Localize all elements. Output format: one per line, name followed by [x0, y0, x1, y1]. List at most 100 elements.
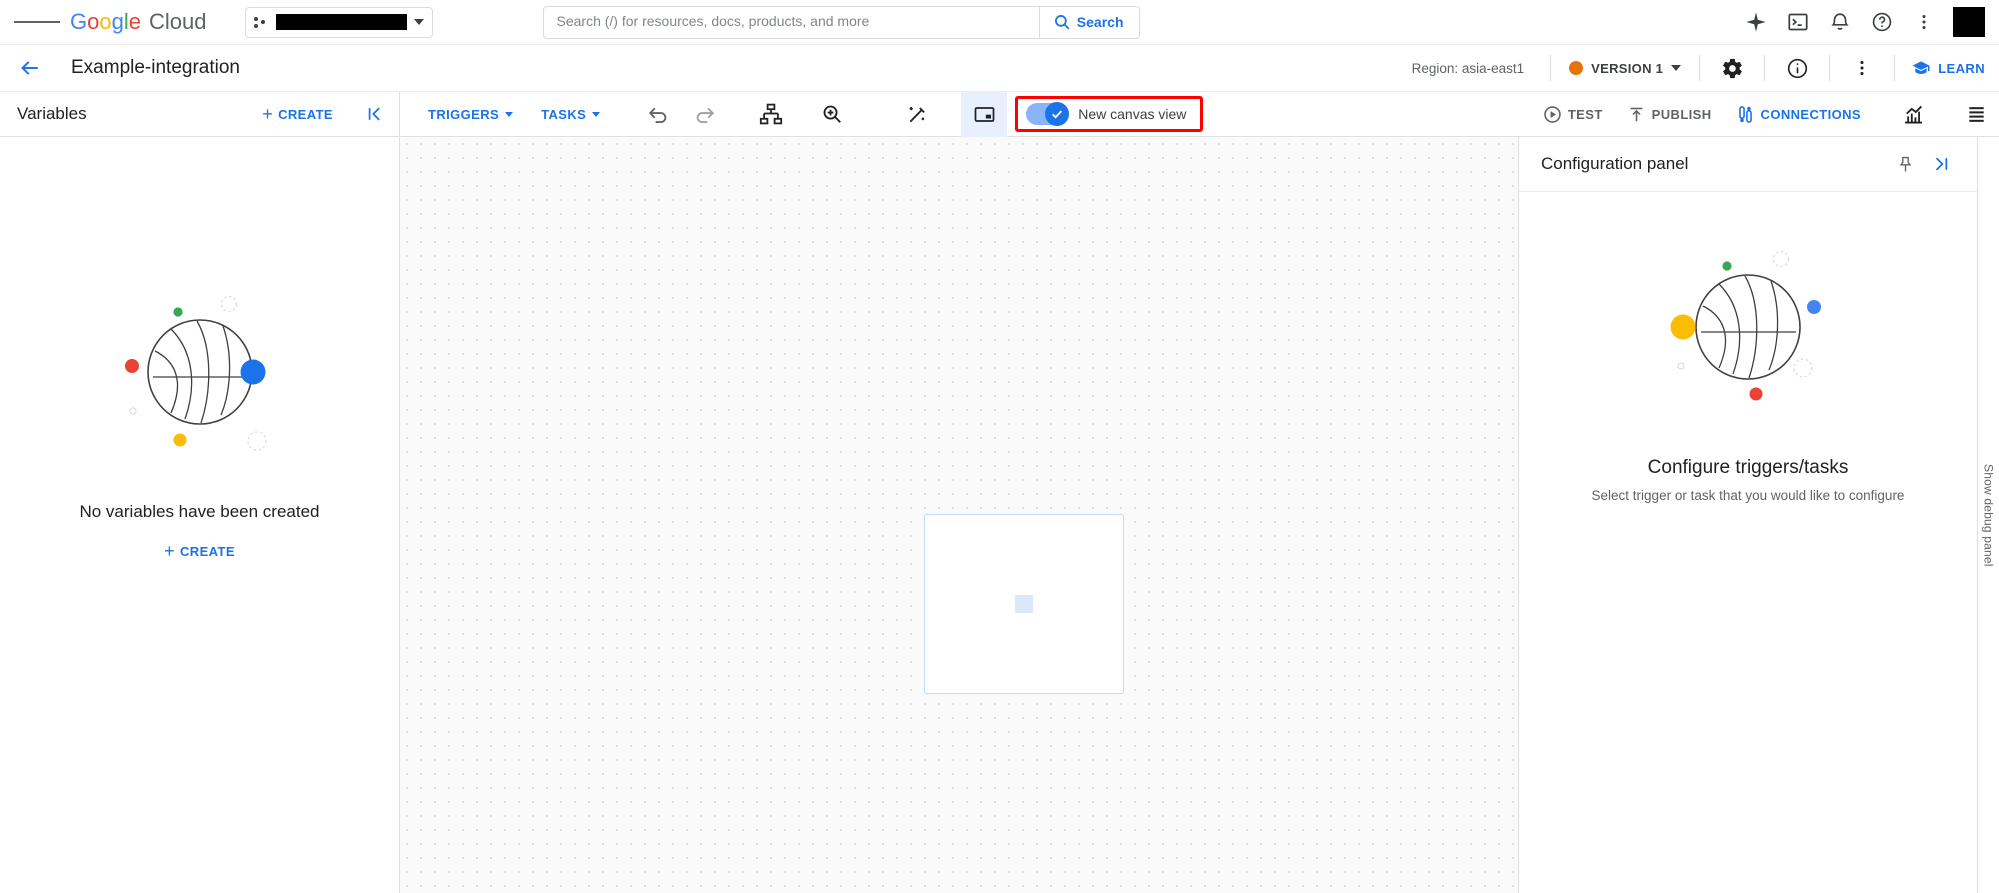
- editor-toolbar: Variables + CREATE TRIGGERS TASKS New ca…: [0, 91, 1999, 137]
- search-input[interactable]: [556, 13, 1026, 29]
- bell-glyph: [1831, 13, 1849, 30]
- zoom-in-icon[interactable]: [815, 92, 849, 137]
- chevron-down-icon: [505, 111, 514, 117]
- search-button[interactable]: Search: [1038, 6, 1139, 38]
- undo-glyph: [648, 107, 666, 123]
- task-card-placeholder: [1015, 595, 1033, 613]
- help-glyph: [1872, 12, 1892, 32]
- debug-panel-label: Show debug panel: [1981, 463, 1996, 567]
- more-vert-glyph: [1860, 60, 1864, 76]
- publish-button[interactable]: PUBLISH: [1615, 105, 1724, 124]
- chevron-down-icon: [413, 19, 424, 25]
- app-root: Google Cloud Search (/) for resources, d…: [0, 0, 1999, 893]
- notifications-bell-icon[interactable]: [1819, 1, 1861, 43]
- global-search[interactable]: Search: [542, 5, 1140, 39]
- new-canvas-view-toggle[interactable]: New canvas view: [1015, 96, 1204, 132]
- create-label: CREATE: [180, 543, 235, 559]
- org-chart-layout-icon[interactable]: [748, 92, 794, 137]
- learn-button[interactable]: LEARN: [1907, 58, 1985, 78]
- undo-icon[interactable]: [635, 92, 681, 137]
- info-circle-icon[interactable]: [1777, 48, 1817, 88]
- tasks-dropdown[interactable]: TASKS: [527, 107, 614, 122]
- magic-wand-icon[interactable]: [894, 92, 940, 137]
- search-input-wrapper[interactable]: [544, 13, 1039, 31]
- canvas-toolbar: TRIGGERS TASKS New canvas view TEST PUBL…: [400, 91, 1999, 137]
- configuration-empty-subtitle: Select trigger or task that you would li…: [1591, 488, 1905, 503]
- integration-canvas[interactable]: [400, 137, 1519, 893]
- settings-gear-icon[interactable]: [1712, 48, 1752, 88]
- test-button[interactable]: TEST: [1531, 105, 1615, 124]
- analytics-chart-icon[interactable]: [1890, 92, 1936, 137]
- version-label: VERSION 1: [1591, 60, 1664, 76]
- logo-letter: e: [128, 9, 142, 34]
- variables-toolbar: Variables + CREATE: [0, 92, 400, 136]
- zoom-dropdown-caret[interactable]: [849, 92, 873, 137]
- gemini-sparkle-icon[interactable]: [1735, 1, 1777, 43]
- top-navigation-bar: Google Cloud Search: [0, 0, 1999, 45]
- divider: [1699, 55, 1701, 81]
- variables-empty-create-button[interactable]: + CREATE: [164, 542, 235, 560]
- empty-state-graphic: [1670, 250, 1821, 401]
- search-icon: [1054, 15, 1070, 30]
- empty-state-graphic: [124, 295, 267, 451]
- hamburger-menu-icon[interactable]: [14, 0, 60, 45]
- logo-letter: o: [87, 9, 100, 34]
- triggers-label: TRIGGERS: [428, 106, 500, 122]
- toggle-track[interactable]: [1026, 102, 1070, 126]
- publish-upload-icon: [1630, 107, 1643, 121]
- project-selector[interactable]: [244, 6, 433, 38]
- configuration-panel-header: Configuration panel: [1519, 137, 1977, 192]
- sparkle-glyph: [1746, 12, 1766, 32]
- toggle-knob: [1045, 102, 1070, 126]
- plus-icon: +: [262, 104, 274, 124]
- version-status-dot: [1569, 61, 1584, 75]
- configuration-empty-illustration: [1651, 247, 1846, 417]
- minimap-toggle-icon[interactable]: [961, 91, 1008, 137]
- variables-create-button[interactable]: + CREATE: [262, 105, 333, 123]
- version-selector[interactable]: VERSION 1: [1563, 61, 1687, 76]
- new-canvas-view-label: New canvas view: [1078, 106, 1187, 122]
- info-glyph: [1787, 58, 1807, 78]
- logs-list-icon[interactable]: [1953, 92, 1999, 137]
- more-vert-glyph: [1922, 14, 1926, 30]
- publish-label: PUBLISH: [1651, 106, 1712, 122]
- help-question-icon[interactable]: [1861, 1, 1903, 43]
- variables-title: Variables: [17, 104, 87, 123]
- logo-cloud-text: Cloud: [149, 9, 207, 34]
- connections-icon: [1738, 105, 1752, 123]
- more-vert-icon[interactable]: [1842, 48, 1882, 88]
- learn-label: LEARN: [1938, 60, 1985, 76]
- chevron-down-icon: [1671, 65, 1682, 71]
- more-vert-icon[interactable]: [1903, 1, 1945, 43]
- zoom-in-glyph: [823, 105, 842, 123]
- configuration-panel: Configuration panel Configure triggers/t…: [1519, 137, 1977, 893]
- configuration-empty-title: Configure triggers/tasks: [1647, 457, 1849, 478]
- collapse-right-glyph: [1935, 157, 1948, 171]
- canvas-task-card[interactable]: [924, 514, 1124, 694]
- connections-button[interactable]: CONNECTIONS: [1724, 105, 1873, 124]
- user-avatar[interactable]: [1953, 7, 1985, 37]
- google-cloud-logo[interactable]: Google Cloud: [70, 9, 207, 35]
- debug-panel-rail[interactable]: Show debug panel: [1977, 137, 1999, 893]
- test-label: TEST: [1567, 106, 1603, 122]
- school-cap-icon: [1912, 61, 1930, 74]
- main-body: No variables have been created + CREATE …: [0, 137, 1999, 893]
- divider: [1550, 55, 1552, 81]
- divider: [1764, 55, 1766, 81]
- project-dots-icon: [253, 16, 269, 29]
- create-label: CREATE: [278, 106, 333, 122]
- gear-glyph: [1722, 58, 1742, 78]
- analytics-glyph: [1904, 105, 1922, 123]
- configuration-panel-body: Configure triggers/tasks Select trigger …: [1519, 192, 1977, 893]
- chevron-down-icon: [592, 111, 601, 117]
- pin-icon[interactable]: [1887, 146, 1923, 182]
- collapse-right-icon[interactable]: [1923, 146, 1959, 182]
- arrow-back-icon[interactable]: [10, 48, 50, 88]
- triggers-dropdown[interactable]: TRIGGERS: [414, 107, 527, 122]
- redo-icon[interactable]: [681, 92, 727, 137]
- divider: [1829, 55, 1831, 81]
- collapse-left-icon[interactable]: [351, 104, 399, 124]
- connections-label: CONNECTIONS: [1760, 106, 1861, 122]
- cloud-shell-terminal-icon[interactable]: [1777, 1, 1819, 43]
- play-circle-icon: [1544, 105, 1561, 123]
